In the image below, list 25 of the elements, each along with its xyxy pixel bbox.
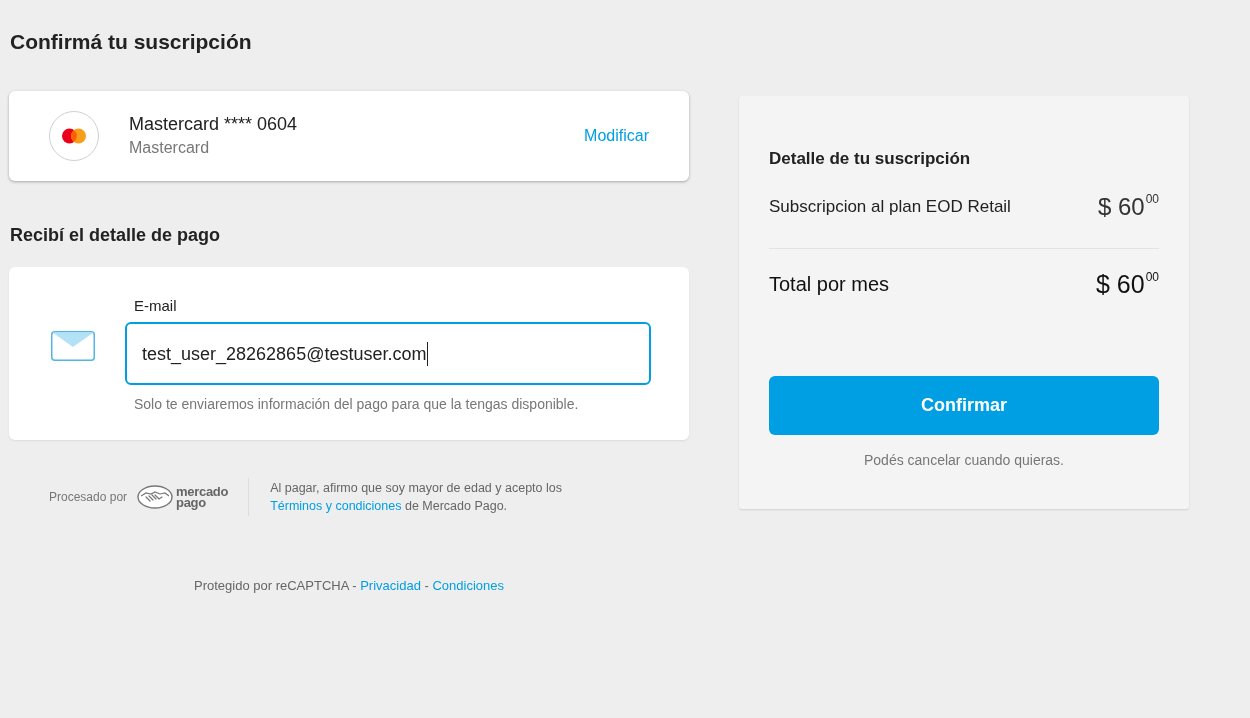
inline-link[interactable]: Privacidad [360,578,421,593]
price: $ 60$^{00}$ [1097,194,1159,220]
page-title: Confirmá tu suscripción [10,29,252,55]
handshake-logo-icon [137,485,174,509]
terms-text: Al pagar, afirmo que soy mayor de edad y acepto los Términos y condiciones de Mercado Pago. [270,480,563,515]
email-label: E-mail [134,297,177,315]
card-brand: Mastercard [129,138,210,158]
modify-link[interactable]: Modificar [584,124,649,148]
summary-heading: Detalle de tu suscripción [769,148,971,170]
confirm-button[interactable]: Confirmar [769,376,1159,435]
mastercard-logo-icon [49,111,99,161]
recaptcha-note: Protegido por reCAPTCHA - Privacidad - Condiciones [194,577,504,595]
logo-wordmark: mercado pago [176,486,229,508]
email-hint: Solo te enviaremos información del pago para que la tengas disponible. [134,395,579,413]
price: $ 60$^{00}$ [1095,271,1159,297]
email-field[interactable]: test_user_28262865@testuser.com [125,322,651,385]
inline-link[interactable]: Términos y condiciones [270,499,402,513]
section-heading: Recibí el detalle de pago [10,224,221,246]
envelope-icon [51,331,95,361]
cancel-note: Podés cancelar cuando quieras. [864,451,1064,469]
card-number: Mastercard **** 0604 [129,113,298,135]
total-label: Total por mes [769,272,890,296]
processor-label: Procesado por [49,489,128,506]
inline-link[interactable]: Condiciones [432,578,504,593]
item-label: Subscripcion al plan EOD Retail [769,196,1011,218]
